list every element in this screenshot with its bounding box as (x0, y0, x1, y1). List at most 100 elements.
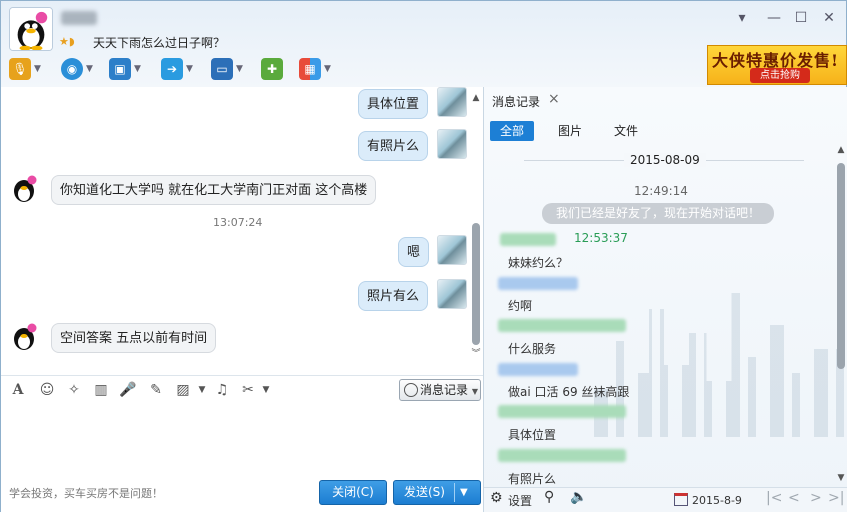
filter-images[interactable]: 图片 (548, 121, 592, 141)
input-toolbar: A ☺ ✧ ▥ 🎤 ✎ ▨ ▼ ♫ ✂ ▼ 消息记录 ▼ (1, 375, 483, 403)
ad-banner[interactable]: 大侠特惠价发售! 点击抢购 (707, 45, 847, 85)
minimize-icon[interactable]: — (765, 9, 783, 27)
contact-name-blurred (61, 11, 97, 25)
close-tab-icon[interactable]: × (548, 91, 560, 107)
dropdown-arrow-icon: ▼ (324, 64, 331, 74)
dropdown-arrow-icon: ▼ (34, 64, 41, 74)
screen-share-button[interactable]: ▣ ▼ (109, 55, 145, 83)
system-message: 我们已经是好友了，现在开始对话吧！ (542, 203, 774, 224)
calendar-icon[interactable] (674, 493, 688, 506)
sender-name-blurred (498, 363, 578, 376)
scroll-up-icon[interactable]: ▲ (836, 145, 846, 155)
contact-avatar-small[interactable] (9, 321, 39, 351)
my-avatar[interactable] (437, 235, 467, 265)
penguin-avatar-icon (10, 8, 52, 50)
contact-avatar-small[interactable] (9, 173, 39, 203)
dropdown-arrow-icon[interactable]: ▼ (257, 381, 275, 399)
group-chat-button[interactable]: ✚ (261, 55, 297, 83)
first-page-icon[interactable]: |< (766, 490, 782, 506)
message-input[interactable]: 学会投资，买车买房不是问题！ 关闭(C) 发送(S) ▼ (1, 403, 483, 512)
ad-buy-button[interactable]: 点击抢购 (750, 68, 810, 83)
file-transfer-button[interactable]: ➔ ▼ (161, 55, 197, 83)
dropdown-arrow-icon: ▼ (186, 64, 193, 74)
history-message: 做ai 口活 69 丝袜高跟 (508, 385, 630, 399)
scroll-thumb[interactable] (472, 223, 480, 345)
sender-name-blurred (498, 319, 626, 332)
vip-badge-icon: ★◗ (59, 35, 75, 48)
speaker-icon[interactable]: 🔈 (570, 489, 587, 505)
my-avatar[interactable] (437, 279, 467, 309)
scissors-icon[interactable]: ✂ (239, 381, 257, 399)
file-transfer-icon: ➔ (161, 58, 183, 80)
scroll-down-icon[interactable]: ︾ (471, 349, 481, 359)
ad-hint-text[interactable]: 学会投资，买车买房不是问题！ (9, 485, 163, 501)
scroll-thumb[interactable] (837, 163, 845, 369)
search-icon[interactable]: ⚲ (544, 489, 554, 505)
prev-page-icon[interactable]: < (788, 490, 800, 506)
next-page-icon[interactable]: > (810, 490, 822, 506)
music-icon[interactable]: ♫ (213, 381, 231, 399)
edit-icon[interactable]: ✎ (147, 381, 165, 399)
penguin-avatar-icon (14, 323, 37, 350)
apps-icon: ▦ (299, 58, 321, 80)
screen-share-icon: ▣ (109, 58, 131, 80)
city-skyline-background (594, 293, 844, 437)
my-avatar[interactable] (437, 87, 467, 117)
video-clip-icon[interactable]: ▥ (92, 381, 110, 399)
history-scrollbar[interactable]: ▲ ▼ (836, 145, 846, 485)
history-message: 约啊 (508, 299, 533, 313)
scroll-up-icon[interactable]: ▲ (471, 93, 481, 103)
image-icon[interactable]: ▨ (174, 381, 192, 399)
clock-icon (404, 383, 418, 397)
filter-files[interactable]: 文件 (604, 121, 648, 141)
font-icon[interactable]: A (9, 381, 27, 399)
magic-icon[interactable]: ✧ (65, 381, 83, 399)
sender-name-blurred (498, 449, 626, 462)
dropdown-arrow-icon: ▼ (86, 64, 93, 74)
message-bubble-received: 空间答案 五点以前有时间 (51, 323, 217, 353)
remote-desktop-icon: ▭ (211, 58, 233, 80)
group-chat-icon: ✚ (261, 58, 283, 80)
message-history-button[interactable]: 消息记录 ▼ (399, 379, 481, 401)
message-bubble-sent: 照片有么 (358, 281, 429, 311)
gear-icon[interactable]: ⚙ (490, 490, 503, 506)
send-divider (454, 483, 455, 502)
apps-button[interactable]: ▦ ▼ (299, 55, 335, 83)
history-date-picker[interactable]: 2015-8-9 (692, 494, 742, 507)
tab-message-history[interactable]: 消息记录 (492, 93, 540, 110)
menu-dropdown-icon[interactable]: ▾ (733, 9, 751, 27)
history-date: 2015-08-09 (624, 153, 706, 167)
dropdown-arrow-icon[interactable]: ▼ (193, 381, 211, 399)
history-message: 有照片么 (508, 472, 557, 486)
emoji-icon[interactable]: ☺ (38, 381, 56, 399)
my-avatar[interactable] (437, 129, 467, 159)
voice-icon[interactable]: 🎤 (119, 381, 137, 399)
voice-call-button[interactable]: 🎙 ▼ (9, 55, 45, 83)
chat-messages-area[interactable]: 具体位置 有照片么 你知道化工大学吗 就在化工大学南门正对面 这个高楼 13:0… (1, 87, 483, 375)
send-button[interactable]: 发送(S) ▼ (393, 480, 481, 505)
penguin-avatar-icon (14, 175, 37, 202)
scroll-down-icon[interactable]: ▼ (836, 473, 846, 483)
last-page-icon[interactable]: >| (828, 490, 844, 506)
contact-signature: 天天下雨怎么过日子啊？ (93, 36, 226, 50)
send-options-icon[interactable]: ▼ (460, 481, 468, 504)
history-message: 妹妹约么？ (508, 256, 569, 270)
chat-scrollbar[interactable]: ▲ ︾ (471, 93, 481, 369)
contact-avatar[interactable] (9, 7, 53, 51)
close-window-icon[interactable]: ✕ (820, 9, 838, 27)
message-bubble-sent: 具体位置 (358, 89, 429, 119)
close-button[interactable]: 关闭(C) (319, 480, 387, 505)
dropdown-arrow-icon: ▼ (236, 64, 243, 74)
dropdown-arrow-icon: ▼ (471, 387, 478, 396)
message-timestamp: 13:07:24 (213, 216, 263, 229)
message-bubble-sent: 嗯 (398, 237, 430, 267)
remote-desktop-button[interactable]: ▭ ▼ (211, 55, 247, 83)
settings-button[interactable]: 设置 (508, 492, 532, 509)
message-bubble-received: 你知道化工大学吗 就在化工大学南门正对面 这个高楼 (51, 175, 377, 205)
send-button-label: 发送(S) (404, 485, 445, 499)
history-panel: 消息记录 × 全部 图片 文件 2015-08-09 12:49:14 我们已经… (483, 87, 847, 512)
video-call-button[interactable]: ◉ ▼ (61, 55, 97, 83)
title-bar: ★◗ 天天下雨怎么过日子啊？ ▾ — ☐ ✕ 🎙 ▼ ◉ ▼ ▣ ▼ ➔ ▼ ▭ ▼ ✚ (1, 1, 847, 87)
maximize-icon[interactable]: ☐ (792, 9, 810, 27)
filter-all[interactable]: 全部 (490, 121, 535, 141)
